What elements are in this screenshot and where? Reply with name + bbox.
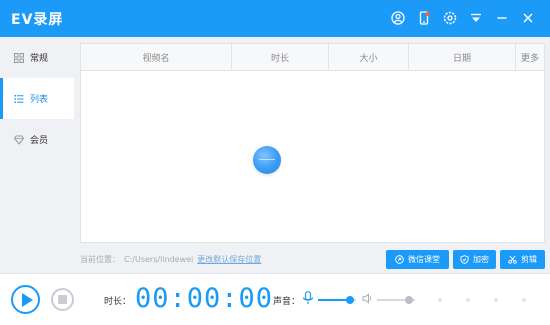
table-header: 视频名 时长 大小 日期 更多 [81, 44, 544, 71]
dropdown-menu-icon[interactable] [468, 10, 484, 26]
user-icon[interactable] [390, 10, 406, 26]
video-table: 视频名 时长 大小 日期 更多 [80, 43, 545, 243]
close-icon[interactable] [520, 10, 536, 26]
recording-timer: 00:00:00 [135, 284, 273, 314]
wechat-classroom-label: 微信课堂 [408, 255, 440, 264]
decorative-dot [522, 298, 526, 302]
speaker-volume-knob[interactable] [405, 296, 414, 304]
sidebar-item-general[interactable]: 常规 [0, 37, 74, 78]
edit-label: 剪辑 [521, 255, 537, 264]
speaker-volume-slider[interactable] [377, 296, 415, 304]
edit-button[interactable]: 剪辑 [500, 250, 545, 269]
title-bar: EV录屏 [0, 0, 550, 37]
loading-spinner [253, 146, 281, 174]
sidebar-item-label: 常规 [30, 54, 49, 64]
column-header-date[interactable]: 日期 [409, 44, 516, 70]
decorative-dot [438, 298, 442, 302]
diamond-icon [14, 135, 24, 145]
title-bar-controls [390, 10, 536, 26]
microphone-icon[interactable] [302, 291, 314, 305]
sidebar: 常规 列表 会员 [0, 37, 74, 273]
speaker-icon[interactable] [362, 293, 373, 304]
app-title: EV录屏 [11, 12, 64, 28]
microphone-volume-slider[interactable] [318, 296, 356, 304]
sidebar-item-list[interactable]: 列表 [0, 78, 74, 119]
start-recording-button[interactable] [11, 285, 40, 314]
path-value: C:/Users/lindewei [124, 254, 194, 264]
encrypt-label: 加密 [473, 255, 489, 264]
phone-icon[interactable] [416, 10, 432, 26]
minimize-icon[interactable] [494, 10, 510, 26]
grid-icon [14, 52, 24, 63]
sidebar-item-label: 列表 [30, 95, 49, 105]
encrypt-button[interactable]: 加密 [453, 250, 496, 269]
wechat-classroom-button[interactable]: 微信课堂 [386, 250, 449, 269]
shield-icon [460, 255, 469, 264]
recording-control-bar: 时长： 00:00:00 声音： [0, 273, 550, 325]
path-label: 当前位置： [80, 254, 120, 264]
link-icon [395, 255, 404, 264]
column-header-duration[interactable]: 时长 [232, 44, 329, 70]
sidebar-item-member[interactable]: 会员 [0, 119, 74, 160]
save-path-bar: 当前位置： C:/Users/lindewei 更改默认保存位置 [80, 250, 261, 268]
settings-icon[interactable] [442, 10, 458, 26]
column-header-size[interactable]: 大小 [329, 44, 409, 70]
volume-label: 声音： [273, 297, 301, 307]
decorative-dot [494, 298, 498, 302]
scissors-icon [508, 255, 517, 264]
main-panel: 视频名 时长 大小 日期 更多 当前位置： C:/Users/lindewei … [74, 37, 550, 273]
duration-label: 时长： [104, 297, 132, 307]
timer-value: 00:00:00 [135, 283, 274, 314]
column-header-name[interactable]: 视频名 [81, 44, 232, 70]
decorative-dot [466, 298, 470, 302]
microphone-volume-knob[interactable] [346, 296, 355, 304]
column-header-more[interactable]: 更多 [516, 44, 544, 70]
stop-recording-button[interactable] [51, 288, 74, 311]
list-icon [14, 94, 24, 103]
change-save-location-link[interactable]: 更改默认保存位置 [197, 254, 261, 265]
sidebar-item-label: 会员 [30, 136, 49, 146]
